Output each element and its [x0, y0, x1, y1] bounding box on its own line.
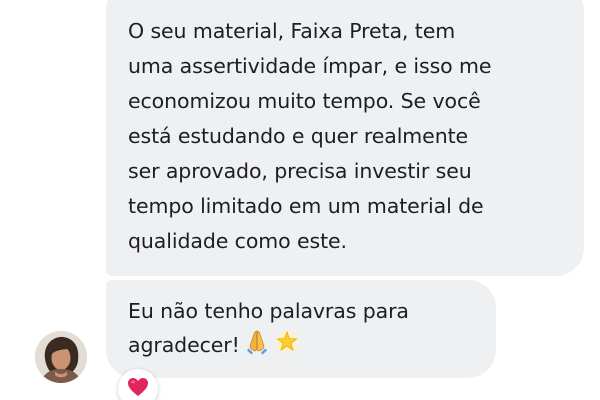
message-bubble-2[interactable]: Eu não tenho palavras para agradecer!	[106, 280, 496, 378]
message-line-with-emoji: agradecer!	[128, 328, 476, 362]
message-line: qualidade como este.	[128, 229, 347, 253]
message-line: Eu não tenho palavras para	[128, 299, 409, 323]
message-line: economizou muito tempo. Se você	[128, 89, 481, 113]
message-line: ser aprovado, precisa investir seu	[128, 159, 472, 183]
message-line: tempo limitado em um material de	[128, 194, 484, 218]
glowing-star-icon	[274, 329, 300, 365]
message-line-text: agradecer!	[128, 333, 240, 357]
red-heart-icon	[127, 377, 149, 400]
message-line: O seu material, Faixa Preta, tem	[128, 19, 456, 43]
folded-hands-icon	[244, 329, 270, 365]
avatar[interactable]	[35, 331, 87, 383]
message-line: uma assertividade ímpar, e isso me	[128, 54, 492, 78]
message-line: está estudando e quer realmente	[128, 124, 469, 148]
avatar-photo	[35, 331, 87, 383]
message-bubble-1[interactable]: O seu material, Faixa Preta, tem uma ass…	[106, 0, 584, 276]
